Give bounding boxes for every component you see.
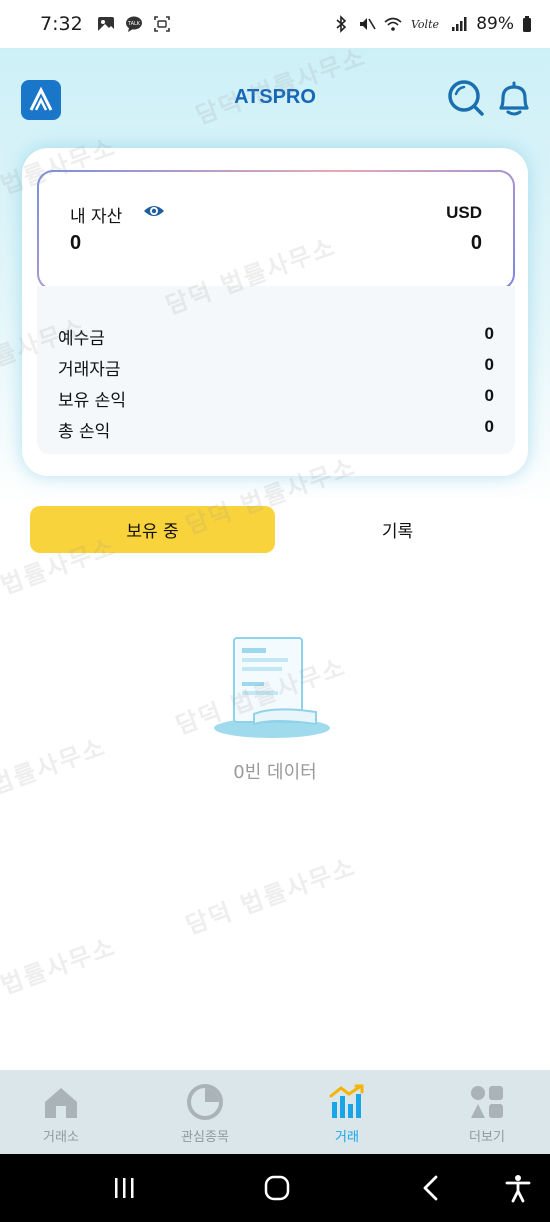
- detail-value: 0: [484, 355, 494, 374]
- watchlist-icon: [187, 1084, 223, 1120]
- signal-icon: [452, 17, 467, 31]
- battery-percent: 89%: [476, 14, 514, 34]
- asset-detail-box: 예수금 0 거래자금 0 보유 손익 0 총 손익 0: [37, 286, 515, 454]
- watermark-text: 담덕 법률사무소: [0, 932, 120, 1020]
- currency-label: USD: [446, 203, 482, 222]
- detail-row-deposit: 예수금 0: [58, 324, 494, 349]
- svg-text:TALK: TALK: [127, 21, 141, 27]
- status-time: 7:32: [40, 13, 83, 35]
- mute-icon: [360, 18, 376, 30]
- detail-label: 총 손익: [58, 422, 111, 442]
- detail-row-holding-pnl: 보유 손익 0: [58, 386, 494, 411]
- detail-label: 보유 손익: [58, 391, 126, 411]
- nav-item-more[interactable]: 더보기: [432, 1078, 542, 1150]
- home-icon[interactable]: [261, 1172, 293, 1204]
- tab-history[interactable]: 기록: [275, 506, 520, 553]
- nav-label: 거래: [335, 1130, 359, 1145]
- screen-record-icon: [153, 16, 170, 32]
- nav-label: 관심종목: [181, 1130, 229, 1145]
- nav-item-exchange[interactable]: 거래소: [6, 1078, 116, 1150]
- nav-label: 거래소: [43, 1130, 79, 1145]
- bottom-nav: 거래소 관심종목 거래 더보기: [0, 1070, 550, 1154]
- nav-label: 더보기: [469, 1130, 505, 1145]
- volte-icon: Volte: [411, 18, 439, 31]
- status-bar: 7:32 TALK Volte 89%: [0, 0, 550, 48]
- asset-total-box: 내 자산 USD 0 0: [37, 170, 515, 290]
- bell-icon[interactable]: [495, 78, 533, 118]
- trade-chart-icon: [329, 1084, 364, 1118]
- svg-text:Volte: Volte: [411, 18, 439, 31]
- asset-summary-card: 내 자산 USD 0 0 예수금 0 거래자금 0 보유 손익 0 총 손익 0: [22, 148, 528, 476]
- recent-apps-icon[interactable]: [108, 1172, 140, 1204]
- detail-value: 0: [484, 324, 494, 343]
- search-icon[interactable]: [446, 78, 486, 118]
- system-nav-bar: [0, 1154, 550, 1222]
- eye-icon[interactable]: [143, 202, 165, 220]
- detail-value: 0: [484, 386, 494, 405]
- status-notification-icons: TALK: [97, 15, 171, 33]
- nav-item-watchlist[interactable]: 관심종목: [150, 1078, 260, 1150]
- detail-row-total-pnl: 총 손익 0: [58, 417, 494, 442]
- empty-document-icon: [214, 637, 330, 738]
- wifi-icon: [384, 17, 402, 31]
- asset-value-usd: 0: [470, 232, 482, 254]
- battery-icon: [523, 16, 531, 32]
- detail-row-trading-funds: 거래자금 0: [58, 355, 494, 380]
- back-icon[interactable]: [416, 1172, 448, 1204]
- position-tabs: 보유 중 기록: [22, 498, 528, 560]
- detail-label: 예수금: [58, 329, 105, 349]
- detail-value: 0: [484, 417, 494, 436]
- accessibility-icon[interactable]: [502, 1172, 534, 1204]
- detail-label: 거래자금: [58, 360, 121, 380]
- gallery-icon: [97, 17, 114, 31]
- nav-item-trade[interactable]: 거래: [292, 1078, 402, 1150]
- bluetooth-icon: [336, 15, 347, 33]
- empty-state-text: 0빈 데이터: [233, 762, 317, 783]
- asset-value: 0: [70, 232, 82, 254]
- my-assets-label: 내 자산: [70, 207, 123, 227]
- status-system-icons: Volte 89%: [332, 14, 532, 34]
- tab-holding[interactable]: 보유 중: [30, 506, 275, 553]
- exchange-icon: [45, 1088, 77, 1118]
- more-grid-icon: [471, 1086, 503, 1118]
- app-bar: ATSPRO: [0, 48, 550, 148]
- watermark-text: 담덕 법률사무소: [182, 852, 360, 940]
- talk-icon: TALK: [125, 16, 142, 32]
